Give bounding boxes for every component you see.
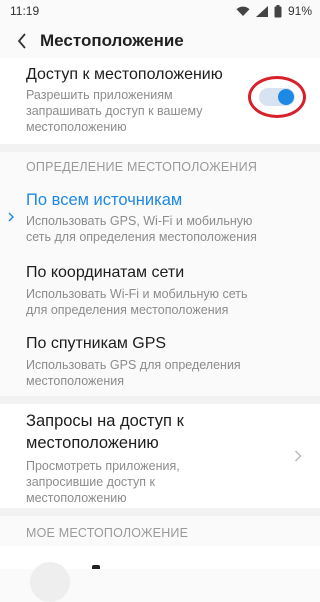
page-title: Местоположение [40,31,184,50]
subtitle-line: местоположению [26,120,127,134]
back-arrow-icon [17,33,26,49]
subtitle-line: Просмотреть приложения, [26,459,180,473]
subtitle-line: Разрешить приложениям [26,88,173,102]
my-location-header: МОЕ МЕСТОПОЛОЖЕНИЕ [0,516,320,546]
subtitle-line: Использовать GPS, Wi-Fi и мобильную [26,214,253,228]
battery-percent: 91% [287,4,312,18]
mode-title: По координатам сети [26,264,185,281]
section-spacer [0,508,320,516]
title-line: местоположению [26,434,159,452]
battery-icon [274,4,282,17]
status-bar: 11:19 91% [0,0,320,22]
mode-subtitle: Использовать GPS для определения местопо… [26,357,311,389]
mode-subtitle: Использовать Wi-Fi и мобильную сеть для … [26,286,311,318]
title-line: Запросы на доступ к [26,412,184,430]
signal-icon [255,5,268,17]
chevron-right-icon [295,450,302,462]
detection-header: ОПРЕДЕЛЕНИЕ МЕСТОПОЛОЖЕНИЯ [0,152,320,182]
subtitle-line: сеть для определения местоположения [26,230,257,244]
mode-item-gps[interactable]: По спутникам GPS Использовать GPS для оп… [0,328,320,396]
mode-subtitle: Использовать GPS, Wi-Fi и мобильную сеть… [26,213,311,245]
toggle-highlight-circle [248,76,306,118]
subtitle-line: местоположению [26,491,127,505]
mode-title: По всем источникам [26,191,183,209]
subtitle-line: Использовать Wi-Fi и мобильную сеть [26,287,248,301]
section-spacer [0,144,320,152]
back-button[interactable] [4,24,40,58]
mode-item-network[interactable]: По координатам сети Использовать Wi-Fi и… [0,256,320,324]
requests-subtitle: Просмотреть приложения, запросившие дост… [26,458,276,506]
subtitle-line: для определения местоположения [26,303,229,317]
app-bar: Местоположение [0,24,320,58]
section-spacer [0,396,320,404]
subtitle-line: запрашивать доступ к вашему [26,104,203,118]
wifi-icon [236,6,250,16]
section-header-label: МОЕ МЕСТОПОЛОЖЕНИЕ [26,526,189,540]
subtitle-line: запросившие доступ к [26,475,155,489]
my-location-row[interactable] [0,546,320,602]
status-icons: 91% [236,4,312,18]
location-access-title: Доступ к местоположению [26,66,223,83]
toggle-knob [278,89,294,105]
location-access-toggle[interactable] [259,88,295,106]
mode-item-all-sources[interactable]: По всем источникам Использовать GPS, Wi-… [0,184,320,252]
cutoff-text-fragment [92,565,100,569]
location-requests-row[interactable]: Запросы на доступ к местоположению Просм… [0,404,320,508]
mode-title: По спутникам GPS [26,335,167,352]
location-access-subtitle: Разрешить приложениям запрашивать доступ… [26,87,256,135]
location-avatar [30,562,70,602]
subtitle-line: местоположения [26,374,124,388]
status-time: 11:19 [10,4,40,18]
subtitle-line: Использовать GPS для определения [26,358,241,372]
requests-title: Запросы на доступ к местоположению [26,410,276,454]
section-header-label: ОПРЕДЕЛЕНИЕ МЕСТОПОЛОЖЕНИЯ [26,160,258,174]
selected-chevron-icon [8,212,14,222]
